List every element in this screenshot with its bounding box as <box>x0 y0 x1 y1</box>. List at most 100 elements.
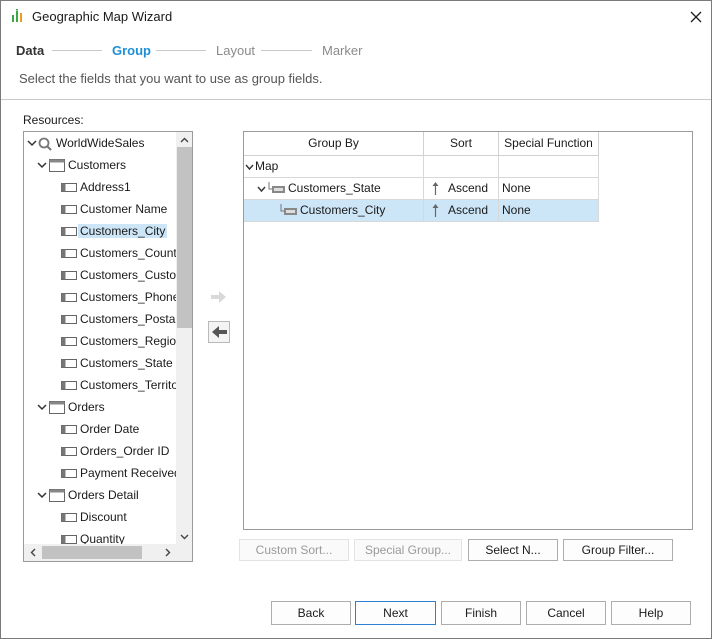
next-button[interactable]: Next <box>355 601 436 625</box>
tree-field-customers-country[interactable]: Customers_Country <box>24 242 176 264</box>
special-function-cell[interactable]: None <box>499 178 599 200</box>
close-icon <box>690 11 702 22</box>
tree-field-quantity[interactable]: Quantity <box>24 528 176 544</box>
tree-field-orders-order-id[interactable]: Orders_Order ID <box>24 440 176 462</box>
tree-node-label: Payment Received <box>80 466 176 480</box>
column-header-group-by[interactable]: Group By <box>244 132 424 156</box>
group-by-table[interactable]: Group By Sort Special Function Map Custo… <box>243 131 693 530</box>
table-row-customers-state[interactable]: Customers_State Ascend None <box>244 178 599 200</box>
scroll-right-button[interactable] <box>159 544 176 561</box>
close-button[interactable] <box>681 3 711 30</box>
step-group[interactable]: Group <box>112 43 151 58</box>
tree-node-label: Orders <box>68 400 105 414</box>
tree-field-customer-name[interactable]: Customer Name <box>24 198 176 220</box>
tree-field-order-date[interactable]: Order Date <box>24 418 176 440</box>
tree-node-orders[interactable]: Orders <box>24 396 176 418</box>
field-icon <box>61 315 77 324</box>
add-group-button[interactable] <box>208 286 230 308</box>
chevron-down-icon[interactable] <box>245 163 254 171</box>
wizard-steps: Data Group Layout Marker <box>1 39 711 61</box>
step-instructions: Select the fields that you want to use a… <box>19 71 323 86</box>
tree-field-address1[interactable]: Address1 <box>24 176 176 198</box>
group-by-cell: Customers_City <box>244 200 424 222</box>
tree-node-label: Customers_City <box>78 224 168 238</box>
step-marker[interactable]: Marker <box>322 43 362 58</box>
tree-field-customers-state[interactable]: Customers_State <box>24 352 176 374</box>
field-icon <box>61 293 77 302</box>
horizontal-scroll-thumb[interactable] <box>42 546 142 559</box>
table-icon <box>49 159 65 172</box>
chevron-down-icon[interactable] <box>37 160 47 170</box>
tree-field-customers-territory[interactable]: Customers_Territory <box>24 374 176 396</box>
table-row-customers-city[interactable]: Customers_City Ascend None <box>244 200 599 222</box>
help-button[interactable]: Help <box>611 601 691 625</box>
group-node-icon <box>280 204 297 215</box>
field-icon <box>61 381 77 390</box>
chart-bars-icon <box>12 9 22 22</box>
vertical-scrollbar[interactable] <box>176 132 192 544</box>
arrow-right-icon <box>211 291 226 303</box>
cancel-button[interactable]: Cancel <box>526 601 606 625</box>
chevron-down-icon[interactable] <box>257 185 266 193</box>
column-header-special-function[interactable]: Special Function <box>499 132 599 156</box>
vertical-scroll-thumb[interactable] <box>177 147 192 328</box>
tree-node-label: Customers_State <box>80 356 173 370</box>
tree-node-label: Customers <box>68 158 127 172</box>
chevron-down-icon[interactable] <box>37 402 47 412</box>
field-icon <box>61 227 77 236</box>
group-filter-button[interactable]: Group Filter... <box>563 539 673 561</box>
table-icon <box>49 489 65 502</box>
tree-field-customers-region[interactable]: Customers_Region <box>24 330 176 352</box>
finish-button[interactable]: Finish <box>441 601 521 625</box>
table-row-map[interactable]: Map <box>244 156 599 178</box>
tree-node-label: Customers_Country <box>80 246 176 260</box>
tree-node-orders-detail[interactable]: Orders Detail <box>24 484 176 506</box>
tree-node-customers[interactable]: Customers <box>24 154 176 176</box>
resources-label: Resources: <box>23 113 84 127</box>
field-icon <box>61 205 77 214</box>
horizontal-scrollbar[interactable] <box>24 544 176 561</box>
special-function-cell <box>499 156 599 178</box>
sort-ascending-icon <box>432 204 439 217</box>
step-layout[interactable]: Layout <box>216 43 255 58</box>
tree-field-discount[interactable]: Discount <box>24 506 176 528</box>
sort-cell[interactable]: Ascend <box>424 200 499 222</box>
scrollbar-corner <box>176 544 192 561</box>
field-icon <box>61 447 77 456</box>
tree-field-payment-received[interactable]: Payment Received <box>24 462 176 484</box>
chevron-down-icon[interactable] <box>37 490 47 500</box>
field-icon <box>61 513 77 522</box>
back-button[interactable]: Back <box>271 601 351 625</box>
special-function-cell[interactable]: None <box>499 200 599 222</box>
field-icon <box>61 425 77 434</box>
special-group-button[interactable]: Special Group... <box>354 539 462 561</box>
tree-node-label: Orders_Order ID <box>80 444 170 458</box>
wizard-window: Geographic Map Wizard Data Group Layout … <box>0 0 712 639</box>
field-icon <box>61 183 77 192</box>
table-icon <box>49 401 65 414</box>
select-n-button[interactable]: Select N... <box>468 539 558 561</box>
tree-field-customers-city[interactable]: Customers_City <box>24 220 176 242</box>
tree-node-label: Order Date <box>80 422 140 436</box>
scroll-down-button[interactable] <box>176 529 192 544</box>
step-data[interactable]: Data <box>16 43 44 58</box>
resources-tree[interactable]: WorldWideSales Customers Address1 Custom… <box>23 131 193 562</box>
chevron-down-icon[interactable] <box>27 138 37 148</box>
tree-field-customers-phone[interactable]: Customers_Phone <box>24 286 176 308</box>
scroll-left-button[interactable] <box>24 544 41 561</box>
remove-group-button[interactable] <box>208 321 230 343</box>
field-icon <box>61 535 77 544</box>
chevron-up-icon <box>180 137 189 142</box>
chevron-left-icon <box>30 548 35 557</box>
sort-cell[interactable]: Ascend <box>424 178 499 200</box>
tree-field-customers-customer[interactable]: Customers_Customer <box>24 264 176 286</box>
custom-sort-button[interactable]: Custom Sort... <box>239 539 349 561</box>
scroll-up-button[interactable] <box>176 132 192 147</box>
tree-field-customers-postal-code[interactable]: Customers_Postal Code <box>24 308 176 330</box>
header-divider <box>1 99 711 100</box>
arrow-left-icon <box>212 326 227 338</box>
column-header-sort[interactable]: Sort <box>424 132 499 156</box>
group-by-cell: Customers_State <box>244 178 424 200</box>
tree-node-worldwidesales[interactable]: WorldWideSales <box>24 132 176 154</box>
sort-ascending-icon <box>432 182 439 195</box>
